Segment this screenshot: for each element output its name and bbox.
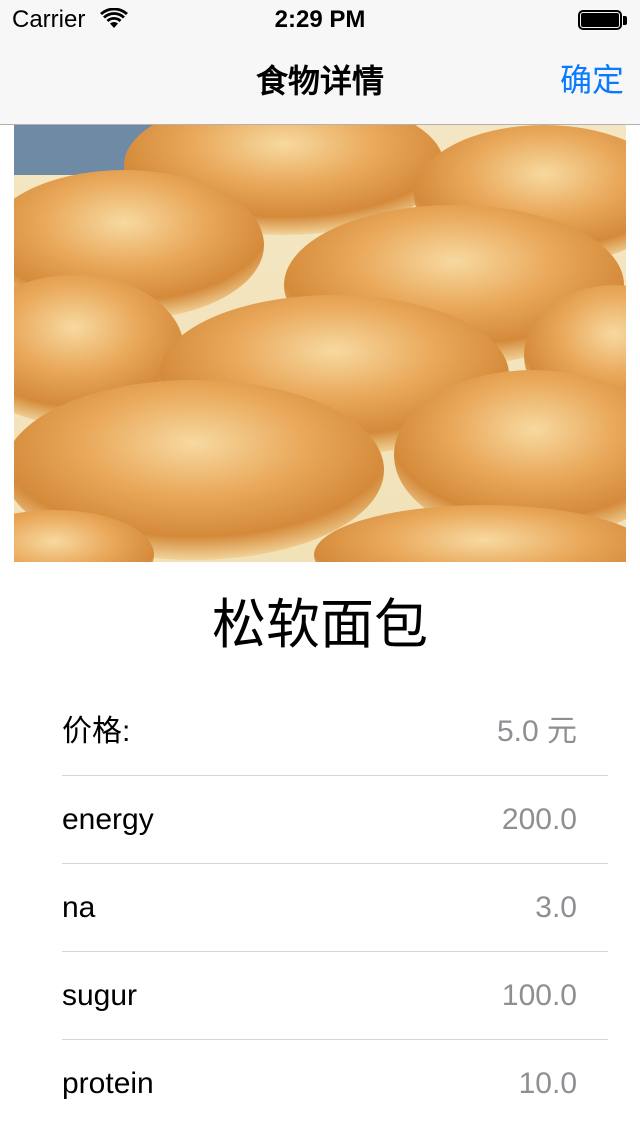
nutrition-list: 价格: 5.0 元 energy 200.0 na 3.0 sugur 100.… (62, 688, 608, 1127)
row-label: protein (62, 1067, 154, 1100)
clock-time: 2:29 PM (274, 6, 366, 33)
row-value: 100.0 (501, 979, 577, 1012)
row-label: na (62, 891, 96, 924)
list-item-price: 价格: 5.0 元 (62, 688, 608, 776)
food-name: 松软面包 (212, 595, 428, 655)
list-item-sugur: sugur 100.0 (62, 952, 608, 1040)
row-label: energy (62, 803, 154, 836)
confirm-button[interactable]: 确定 (560, 60, 624, 100)
row-label: 价格: (62, 715, 131, 748)
status-bar: Carrier 2:29 PM (0, 0, 640, 40)
food-image (14, 125, 626, 562)
battery-icon (578, 10, 628, 32)
row-value: 3.0 (535, 891, 577, 924)
row-value: 5.0 元 (496, 715, 577, 748)
row-value: 200.0 (501, 803, 577, 836)
bread-photo-icon (14, 125, 626, 562)
row-label: sugur (62, 979, 138, 1012)
list-item-na: na 3.0 (62, 864, 608, 952)
list-item-protein: protein 10.0 (62, 1040, 608, 1127)
navigation-bar: 食物详情 确定 (0, 40, 640, 125)
list-item-energy: energy 200.0 (62, 776, 608, 864)
row-value: 10.0 (518, 1067, 577, 1100)
page-title: 食物详情 (255, 63, 384, 99)
